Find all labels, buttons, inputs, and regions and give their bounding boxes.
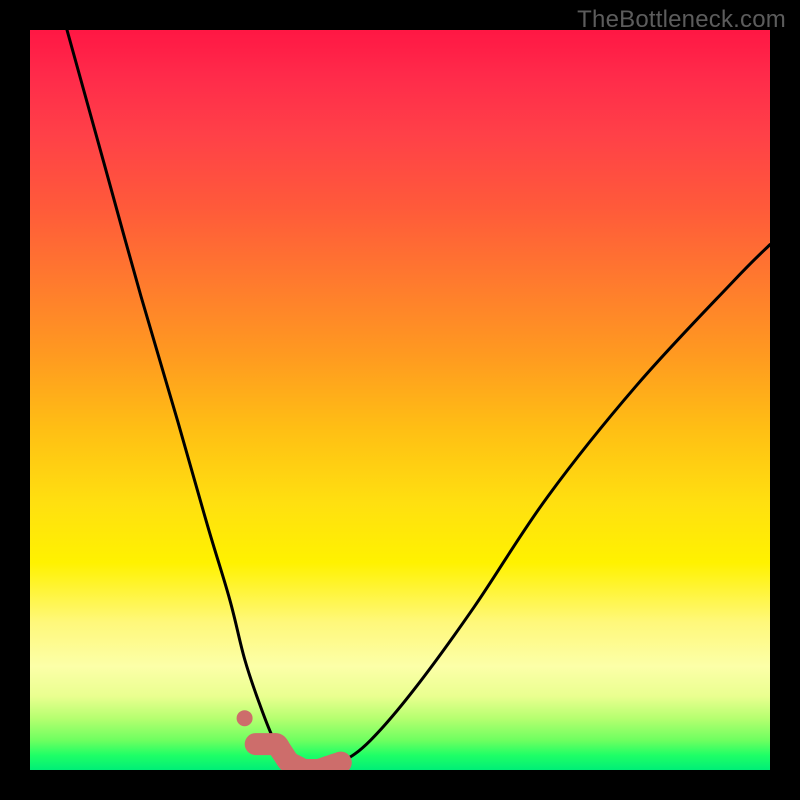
highlight-band-path [256,744,341,770]
bottleneck-curve [67,30,770,770]
highlight-dot-circle [237,710,253,726]
watermark-text: TheBottleneck.com [577,6,786,34]
highlight-band [256,744,341,770]
curve-path [67,30,770,770]
chart-frame: TheBottleneck.com [0,0,800,800]
curve-layer [30,30,770,770]
highlight-dot [237,710,253,726]
plot-area [30,30,770,770]
